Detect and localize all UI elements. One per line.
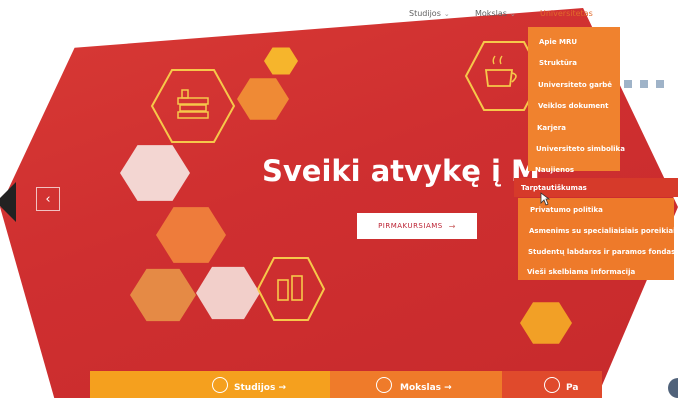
bottom-tab-studijos-bg bbox=[90, 371, 330, 398]
menu-item-tarptautiskumas[interactable]: Tarptautiškumas bbox=[521, 184, 587, 192]
menu-item-viesai-skelbiama[interactable]: Vieši skelbiama informacija bbox=[527, 268, 635, 276]
chevron-left-icon[interactable]: ‹ bbox=[36, 187, 60, 211]
bottle-icon bbox=[256, 257, 326, 321]
pirmakursiams-button[interactable]: PIRMAKURSIAMS → bbox=[357, 213, 477, 239]
menu-item-struktura[interactable]: Struktūra bbox=[539, 59, 577, 67]
info-icon bbox=[544, 377, 560, 393]
menu-item-simbolika[interactable]: Universiteto simbolika bbox=[536, 145, 625, 153]
bottom-tab-studijos[interactable]: Studijos → bbox=[234, 383, 286, 393]
hero-title: Sveiki atvykę į M bbox=[262, 154, 540, 188]
menu-item-labdaros-fondas[interactable]: Studentų labdaros ir paramos fondas bbox=[528, 248, 675, 256]
menu-item-karjera[interactable]: Karjera bbox=[537, 124, 566, 132]
nav-item-studijos[interactable]: Studijos ⌄ bbox=[409, 9, 450, 18]
arrow-right-icon: → bbox=[448, 221, 456, 231]
chevron-down-icon: ⌄ bbox=[443, 10, 450, 18]
menu-item-specialieji-poreikiai[interactable]: Asmenims su specialiaisiais poreikiais bbox=[529, 227, 678, 235]
nav-item-universitetas[interactable]: Universitetas bbox=[540, 9, 593, 18]
menu-item-naujienos[interactable]: Naujienos bbox=[535, 166, 574, 174]
books-icon bbox=[150, 69, 236, 143]
nav-item-mokslas[interactable]: Mokslas ⌄ bbox=[475, 9, 516, 18]
menu-item-privatumo-politika[interactable]: Privatumo politika bbox=[530, 206, 603, 214]
circle-decoration bbox=[668, 378, 678, 398]
menu-item-veiklos-dokumentai[interactable]: Veiklos dokument bbox=[538, 102, 608, 110]
menu-item-garbe[interactable]: Universiteto garbė bbox=[538, 81, 612, 89]
chevron-down-icon: ⌄ bbox=[509, 10, 516, 18]
menu-item-apie-mru[interactable]: Apie MRU bbox=[539, 38, 577, 46]
bottom-tab-mokslas[interactable]: Mokslas → bbox=[400, 383, 452, 393]
bottom-tab-third[interactable]: Pa bbox=[566, 383, 578, 393]
microscope-icon bbox=[376, 377, 392, 393]
cursor-icon bbox=[540, 192, 550, 206]
graduation-icon bbox=[212, 377, 228, 393]
